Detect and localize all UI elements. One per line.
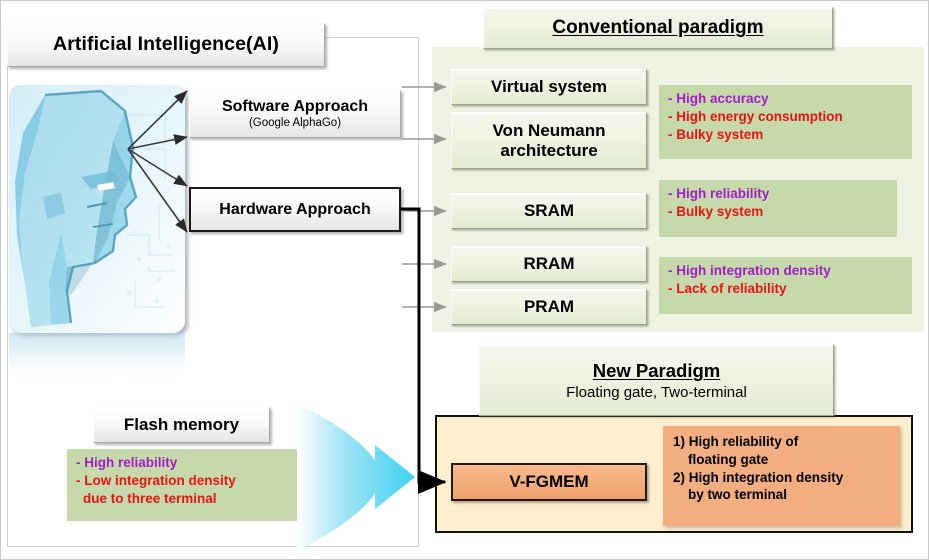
note-virtual-vonneumann: - High accuracy - High energy consumptio… bbox=[659, 85, 912, 159]
new-paradigm-subtitle-label: Floating gate, Two-terminal bbox=[566, 383, 747, 401]
item-pram-label: PRAM bbox=[523, 297, 575, 317]
software-approach-label: Software Approach bbox=[221, 98, 369, 116]
note-line: - High reliability bbox=[76, 455, 178, 470]
software-approach-box[interactable]: Software Approach (Google AlphaGo) bbox=[189, 90, 401, 138]
benefit-line: by two terminal bbox=[688, 487, 788, 503]
human-head-profile-icon bbox=[9, 85, 185, 333]
ai-title-label: Artificial Intelligence(AI) bbox=[53, 33, 279, 56]
note-line: due to three terminal bbox=[83, 491, 217, 507]
item-rram-label: RRAM bbox=[523, 254, 575, 274]
note-line: - Bulky system bbox=[668, 204, 764, 220]
new-paradigm-title-label: New Paradigm bbox=[592, 360, 721, 382]
item-von-neumann-architecture[interactable]: Von Neumann architecture bbox=[451, 112, 647, 169]
benefit-line: floating gate bbox=[688, 451, 769, 467]
hardware-approach-label: Hardware Approach bbox=[219, 200, 371, 218]
item-v-fgmem[interactable]: V-FGMEM bbox=[451, 463, 647, 501]
note-line: - High reliability bbox=[668, 186, 770, 201]
item-virtual-system[interactable]: Virtual system bbox=[451, 69, 647, 105]
item-sram[interactable]: SRAM bbox=[451, 193, 647, 229]
note-line: - High integration density bbox=[668, 263, 831, 278]
flash-memory-label: Flash memory bbox=[123, 414, 240, 434]
note-rram-pram: - High integration density - Lack of rel… bbox=[659, 257, 912, 314]
flash-memory-box[interactable]: Flash memory bbox=[93, 407, 270, 443]
item-sram-label: SRAM bbox=[523, 201, 575, 221]
item-rram[interactable]: RRAM bbox=[451, 246, 647, 282]
item-pram[interactable]: PRAM bbox=[451, 289, 647, 325]
note-line: - Bulky system bbox=[668, 127, 764, 143]
conventional-paradigm-title-label: Conventional paradigm bbox=[552, 17, 764, 39]
note-line: - High energy consumption bbox=[668, 109, 843, 125]
item-v-fgmem-label: V-FGMEM bbox=[509, 472, 589, 491]
hardware-approach-box[interactable]: Hardware Approach bbox=[189, 187, 401, 232]
head-reflection bbox=[9, 333, 185, 373]
item-von-neumann-architecture-label: Von Neumann architecture bbox=[492, 121, 606, 160]
software-approach-sublabel: (Google AlphaGo) bbox=[248, 116, 342, 129]
note-line: - High accuracy bbox=[668, 91, 769, 106]
note-sram: - High reliability - Bulky system bbox=[659, 180, 897, 237]
note-line: - Low integration density bbox=[76, 473, 236, 489]
item-virtual-system-label: Virtual system bbox=[491, 77, 607, 97]
benefit-line: 1) High reliability of bbox=[673, 434, 799, 449]
note-flash-memory: - High reliability - Low integration den… bbox=[67, 449, 297, 521]
note-v-fgmem-benefits: 1) High reliability of floating gate 2) … bbox=[663, 426, 900, 526]
diagram-canvas: Artificial Intelligence(AI) Software App… bbox=[0, 0, 929, 560]
conventional-paradigm-title-box: Conventional paradigm bbox=[483, 7, 833, 49]
note-line: - Lack of reliability bbox=[668, 281, 787, 297]
benefit-line: 2) High integration density bbox=[673, 469, 844, 485]
new-paradigm-title-box: New Paradigm Floating gate, Two-terminal bbox=[479, 344, 834, 416]
ai-title-box: Artificial Intelligence(AI) bbox=[7, 23, 325, 67]
